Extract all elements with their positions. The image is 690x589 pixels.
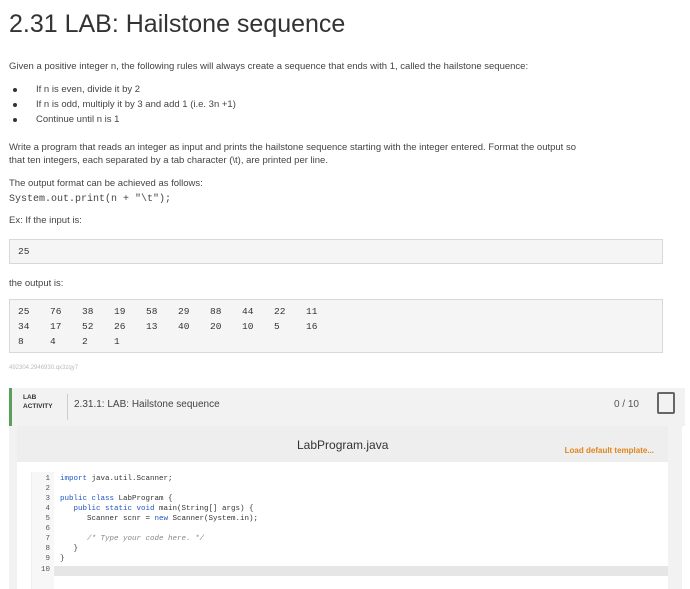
instructions-line-1: Write a program that reads an integer as… [9, 142, 576, 153]
divider [67, 394, 68, 420]
output-value: 10 [242, 321, 254, 332]
output-value: 4 [50, 336, 56, 347]
content-id-text: 492304.2946930.qx3zqy7 [9, 365, 79, 371]
output-value: 29 [178, 306, 190, 317]
output-value: 1 [114, 336, 120, 347]
code-line: Scanner scnr = new Scanner(System.in); [60, 515, 259, 523]
instructions-line-2: that ten integers, each separated by a t… [9, 155, 328, 166]
code-line: } [60, 555, 65, 563]
output-value: 26 [114, 321, 126, 332]
line-number: 3 [45, 495, 50, 503]
editor-header: LabProgram.java Load default template... [17, 426, 668, 462]
completion-badge-icon [657, 392, 675, 414]
output-value: 52 [82, 321, 94, 332]
lab-activity-header: LAB ACTIVITY 2.31.1: LAB: Hailstone sequ… [9, 388, 685, 426]
code-line: public class LabProgram { [60, 495, 173, 503]
output-value: 58 [146, 306, 158, 317]
output-value: 25 [18, 306, 30, 317]
output-value: 76 [50, 306, 62, 317]
line-number: 4 [45, 505, 50, 513]
output-value: 19 [114, 306, 126, 317]
rules-list: If n is even, divide it by 2 If n is odd… [9, 82, 236, 127]
line-number: 5 [45, 515, 50, 523]
output-value: 34 [18, 321, 30, 332]
code-line: /* Type your code here. */ [87, 535, 205, 543]
line-number: 2 [45, 485, 50, 493]
lab-activity-name: 2.31.1: LAB: Hailstone sequence [74, 399, 220, 410]
output-value: 8 [18, 336, 24, 347]
line-number: 1 [45, 475, 50, 483]
line-number: 8 [45, 545, 50, 553]
output-value: 16 [306, 321, 318, 332]
output-value: 38 [82, 306, 94, 317]
editor-container: LabProgram.java Load default template...… [17, 426, 668, 589]
lab-activity-tag: LAB ACTIVITY [23, 393, 53, 411]
file-name: LabProgram.java [297, 438, 389, 452]
output-value: 2 [82, 336, 88, 347]
format-text: The output format can be achieved as fol… [9, 178, 203, 189]
output-value: 20 [210, 321, 222, 332]
output-value: 13 [146, 321, 158, 332]
code-line: public static void main(String[] args) { [73, 505, 254, 513]
line-number-gutter: 1 2 3 4 5 6 7 8 9 10 [32, 472, 54, 589]
output-value: 17 [50, 321, 62, 332]
output-value: 22 [274, 306, 286, 317]
output-value: 44 [242, 306, 254, 317]
input-example-box: 25 [9, 239, 663, 264]
load-default-template-link[interactable]: Load default template... [565, 446, 654, 455]
rule-item: Continue until n is 1 [9, 112, 236, 127]
output-value: 88 [210, 306, 222, 317]
line-number: 10 [40, 566, 50, 574]
code-line: } [60, 545, 79, 553]
output-example-box: 25 76 38 19 58 29 88 44 22 11 34 17 52 2… [9, 299, 663, 353]
input-value: 25 [18, 246, 30, 257]
lab-editor-panel: LabProgram.java Load default template...… [9, 426, 682, 589]
score-text: 0 / 10 [613, 399, 639, 410]
lab-tag-line: LAB [23, 394, 37, 401]
intro-text: Given a positive integer n, the followin… [9, 61, 529, 72]
output-value: 11 [306, 306, 318, 317]
current-line-highlight [32, 566, 668, 576]
output-label: the output is: [9, 278, 64, 289]
line-number: 6 [45, 525, 50, 533]
page-title: 2.31 LAB: Hailstone sequence [9, 10, 346, 38]
code-snippet: System.out.print(n + "\t"); [9, 194, 172, 205]
example-label: Ex: If the input is: [9, 215, 82, 226]
code-editor[interactable]: 1 2 3 4 5 6 7 8 9 10 import java.util.Sc… [31, 472, 668, 589]
rule-item: If n is odd, multiply it by 3 and add 1 … [9, 97, 236, 112]
lab-tag-line: ACTIVITY [23, 403, 53, 410]
output-value: 5 [274, 321, 280, 332]
rule-item: If n is even, divide it by 2 [9, 82, 236, 97]
code-line: import java.util.Scanner; [60, 475, 173, 483]
output-value: 40 [178, 321, 190, 332]
line-number: 9 [45, 555, 50, 563]
line-number: 7 [45, 535, 50, 543]
